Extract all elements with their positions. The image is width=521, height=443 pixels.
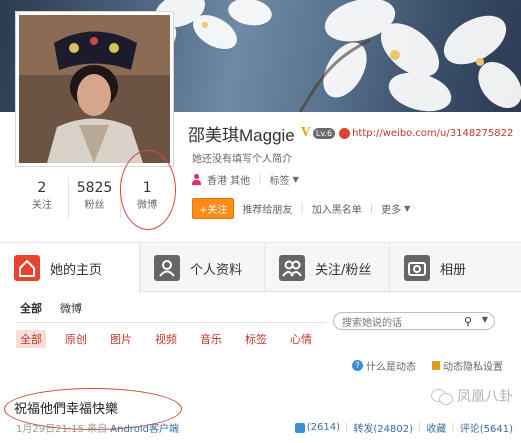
post-source-prefix: 来自 — [87, 424, 108, 435]
feed-meta-row: ? 什么是动态 动态隐私设置 — [352, 358, 503, 373]
location-row: 香港 其他 | 标签 ▼ — [192, 172, 299, 187]
post-source[interactable]: Android客户端 — [110, 424, 179, 435]
tab-home[interactable]: 她的主页 — [0, 243, 140, 294]
comment-button[interactable]: 评论(5641) — [460, 420, 513, 435]
post-meta: 1月29日21:15 来自 Android客户端 — [16, 420, 179, 435]
search-input[interactable]: 搜索她说的话 ⚲ ▼ — [333, 312, 495, 330]
filter-video[interactable]: 视频 — [151, 330, 181, 348]
annotation-circle — [120, 150, 176, 230]
divider: | — [258, 174, 262, 185]
search-placeholder: 搜索她说的话 — [342, 317, 402, 329]
follow-button[interactable]: +关注 — [192, 198, 235, 219]
tab-label: 她的主页 — [50, 262, 103, 278]
filter-all[interactable]: 全部 — [20, 300, 42, 316]
question-icon: ? — [352, 360, 363, 371]
tag-dropdown[interactable]: 标签 — [270, 172, 290, 187]
tab-label: 个人资料 — [190, 262, 243, 278]
filter-mood[interactable]: 心情 — [286, 330, 316, 348]
tab-label: 关注/粉丝 — [315, 262, 372, 278]
chevron-down-icon[interactable]: ▼ — [482, 315, 488, 324]
person-icon — [154, 255, 180, 281]
more-dropdown[interactable]: 更多 — [381, 201, 401, 216]
profile-bio: 她还没有填写个人简介 — [192, 154, 292, 165]
location-text: 香港 其他 — [207, 176, 251, 187]
like-icon[interactable] — [294, 422, 305, 433]
tab-album[interactable]: 相册 — [390, 243, 521, 293]
divider — [16, 322, 326, 323]
tab-profile-info[interactable]: 个人资料 — [140, 243, 265, 293]
verified-icon[interactable]: V — [301, 125, 311, 141]
like-count[interactable]: (2614) — [307, 422, 340, 433]
stat-label: 粉丝 — [84, 200, 105, 211]
following-count[interactable]: 2 关注 — [16, 178, 69, 218]
profile-url[interactable]: http://weibo.com/u/3148275822 — [352, 128, 513, 139]
camera-icon — [404, 255, 430, 281]
level-badge[interactable]: Lv.6 — [312, 127, 336, 139]
home-icon — [14, 255, 40, 281]
filter-music[interactable]: 音乐 — [196, 330, 226, 348]
chevron-down-icon: ▼ — [292, 175, 299, 184]
watermark: 凤凰八卦 — [431, 386, 513, 406]
link-icon — [339, 127, 351, 139]
filter-images[interactable]: 图片 — [106, 330, 136, 348]
recommend-link[interactable]: 推荐给朋友 — [242, 201, 292, 216]
search-icon[interactable]: ⚲ — [464, 315, 472, 328]
filter-original[interactable]: 原创 — [61, 330, 91, 348]
filter-weibo[interactable]: 微博 — [60, 300, 82, 316]
divider: | — [417, 422, 422, 433]
post-time[interactable]: 1月29日21:15 — [16, 424, 84, 435]
stat-number: 5825 — [76, 180, 113, 196]
tab-follows[interactable]: 关注/粉丝 — [265, 243, 390, 293]
action-row: +关注 推荐给朋友 | 加入黑名单 | 更多 ▼ — [192, 198, 410, 219]
chevron-down-icon: ▼ — [404, 204, 411, 213]
avatar[interactable] — [16, 12, 173, 166]
what-is-feed-link[interactable]: 什么是动态 — [366, 358, 416, 373]
person-icon — [192, 174, 201, 185]
divider: | — [300, 203, 304, 214]
feed-privacy-link[interactable]: 动态隐私设置 — [443, 358, 503, 373]
watermark-text: 凤凰八卦 — [457, 389, 513, 405]
favorite-button[interactable]: 收藏 — [426, 420, 446, 435]
repost-button[interactable]: 转发(24802) — [353, 420, 413, 435]
profile-name: 邵美琪Maggie — [188, 125, 295, 145]
name-row: 邵美琪Maggie V Lv.6 http://weibo.com/u/3148… — [188, 122, 513, 145]
feed-filter-primary: 全部 微博 — [20, 300, 100, 316]
stat-label: 关注 — [31, 200, 52, 211]
blacklist-link[interactable]: 加入黑名单 — [312, 201, 362, 216]
profile-tabs: 她的主页 个人资料 关注/粉丝 相册 — [0, 242, 521, 294]
divider: | — [369, 203, 374, 214]
tab-label: 相册 — [440, 262, 467, 278]
post-text: 祝福他們幸福快樂 — [14, 402, 119, 417]
stat-number: 2 — [37, 180, 47, 196]
divider: | — [344, 422, 349, 433]
post-actions: (2614) | 转发(24802) | 收藏 | 评论(5641) — [294, 420, 513, 435]
filter-tags[interactable]: 标签 — [241, 330, 271, 348]
followers-count[interactable]: 5825 粉丝 — [69, 178, 122, 218]
divider: | — [451, 422, 455, 433]
feed-filter-secondary: 全部 原创 图片 视频 音乐 标签 心情 — [16, 330, 331, 348]
people-icon — [279, 255, 305, 281]
filter-type-all[interactable]: 全部 — [16, 330, 46, 348]
wechat-icon — [431, 387, 453, 405]
lock-icon — [432, 361, 440, 370]
